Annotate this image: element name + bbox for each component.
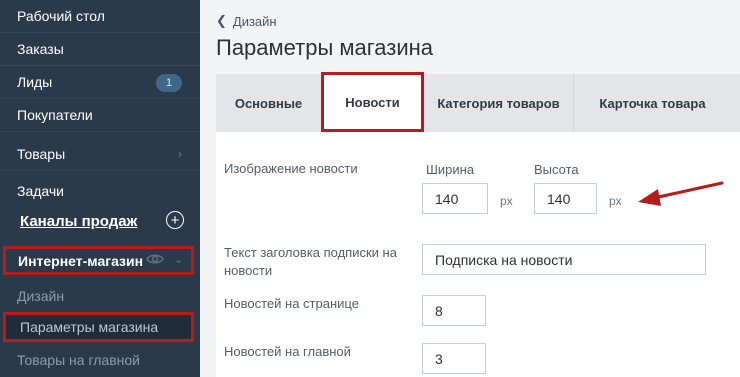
sidebar-subitem-label: Товары на главной: [17, 352, 140, 368]
sidebar-subitem-design[interactable]: Дизайн: [0, 281, 200, 311]
chevron-left-icon[interactable]: ❮: [216, 13, 227, 29]
breadcrumb-label[interactable]: Дизайн: [233, 14, 277, 29]
sales-channels-label: Каналы продаж: [20, 212, 138, 230]
main-content: ❮ Дизайн Параметры магазина Основные Нов…: [200, 0, 740, 377]
tab-product-card[interactable]: Карточка товара: [573, 74, 732, 132]
news-image-label: Изображение новости: [224, 161, 358, 176]
sidebar-item-label: Товары: [17, 146, 66, 162]
sidebar-subitem-home-products[interactable]: Товары на главной: [0, 345, 200, 375]
sidebar-item-customers[interactable]: Покупатели: [0, 99, 200, 132]
tab-label: Основные: [234, 95, 303, 111]
tab-label: Карточка товара: [599, 95, 706, 111]
news-per-page-input[interactable]: 8: [422, 295, 486, 326]
subscribe-title-input[interactable]: Подписка на новости: [422, 244, 706, 275]
height-label: Высота: [534, 162, 579, 177]
add-channel-icon[interactable]: +: [166, 211, 184, 229]
news-on-main-input[interactable]: 3: [422, 343, 486, 374]
height-unit: px: [609, 194, 622, 208]
width-input[interactable]: 140: [422, 183, 488, 214]
settings-form: Изображение новости Ширина 140 px Высота…: [216, 132, 740, 377]
tab-label: Новости: [345, 94, 400, 110]
chevron-right-icon: ›: [178, 147, 182, 161]
sidebar-item-products[interactable]: Товары ›: [0, 138, 200, 171]
online-store-label: Интернет-магазин: [18, 252, 144, 269]
chevron-down-icon[interactable]: ⌄: [174, 253, 183, 266]
sidebar-item-label: Заказы: [17, 41, 64, 57]
sidebar-item-leads[interactable]: Лиды 1: [0, 66, 200, 99]
sidebar-subitem-store-settings[interactable]: Параметры магазина: [3, 312, 194, 342]
sidebar-item-orders[interactable]: Заказы: [0, 33, 200, 66]
news-per-page-label: Новостей на странице: [224, 296, 359, 311]
breadcrumb[interactable]: ❮ Дизайн: [216, 13, 277, 29]
leads-count-badge: 1: [156, 74, 182, 92]
annotation-arrow-icon: [638, 181, 724, 206]
news-on-main-label: Новостей на главной: [224, 344, 351, 359]
height-input[interactable]: 140: [534, 183, 597, 214]
subscribe-title-label: Текст заголовка подписки на новости: [224, 245, 397, 278]
width-label: Ширина: [426, 162, 475, 177]
sidebar-item-online-store[interactable]: Интернет-магазин ⌄: [3, 246, 194, 275]
tab-bar: Основные Новости Категория товаров Карто…: [216, 72, 740, 132]
tab-product-category[interactable]: Категория товаров: [424, 74, 574, 132]
sidebar-item-label: Лиды: [17, 74, 53, 90]
width-unit: px: [500, 194, 513, 208]
tab-label: Категория товаров: [437, 95, 560, 111]
tab-news[interactable]: Новости: [321, 72, 424, 132]
sidebar-item-label: Покупатели: [17, 107, 93, 123]
sidebar-item-tasks[interactable]: Задачи: [0, 174, 200, 207]
sidebar-item-label: Рабочий стол: [17, 8, 105, 24]
eye-icon[interactable]: [146, 252, 164, 266]
page-title: Параметры магазина: [216, 35, 434, 60]
sidebar-subitem-label: Параметры магазина: [20, 319, 159, 335]
tab-general[interactable]: Основные: [216, 74, 322, 132]
sidebar: Рабочий стол Заказы Лиды 1 Покупатели То…: [0, 0, 200, 377]
sidebar-subitem-label: Дизайн: [17, 288, 65, 304]
sales-channels-header[interactable]: Каналы продаж +: [0, 206, 200, 236]
sidebar-item-dashboard[interactable]: Рабочий стол: [0, 0, 200, 33]
sidebar-item-label: Задачи: [17, 182, 65, 199]
